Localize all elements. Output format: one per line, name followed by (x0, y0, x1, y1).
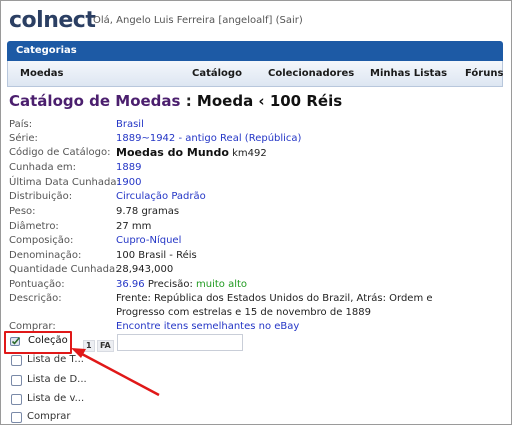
annotation-arrow (71, 348, 160, 397)
page-frame: colnect Olá, Angelo Luis Ferreira [angel… (0, 0, 512, 425)
